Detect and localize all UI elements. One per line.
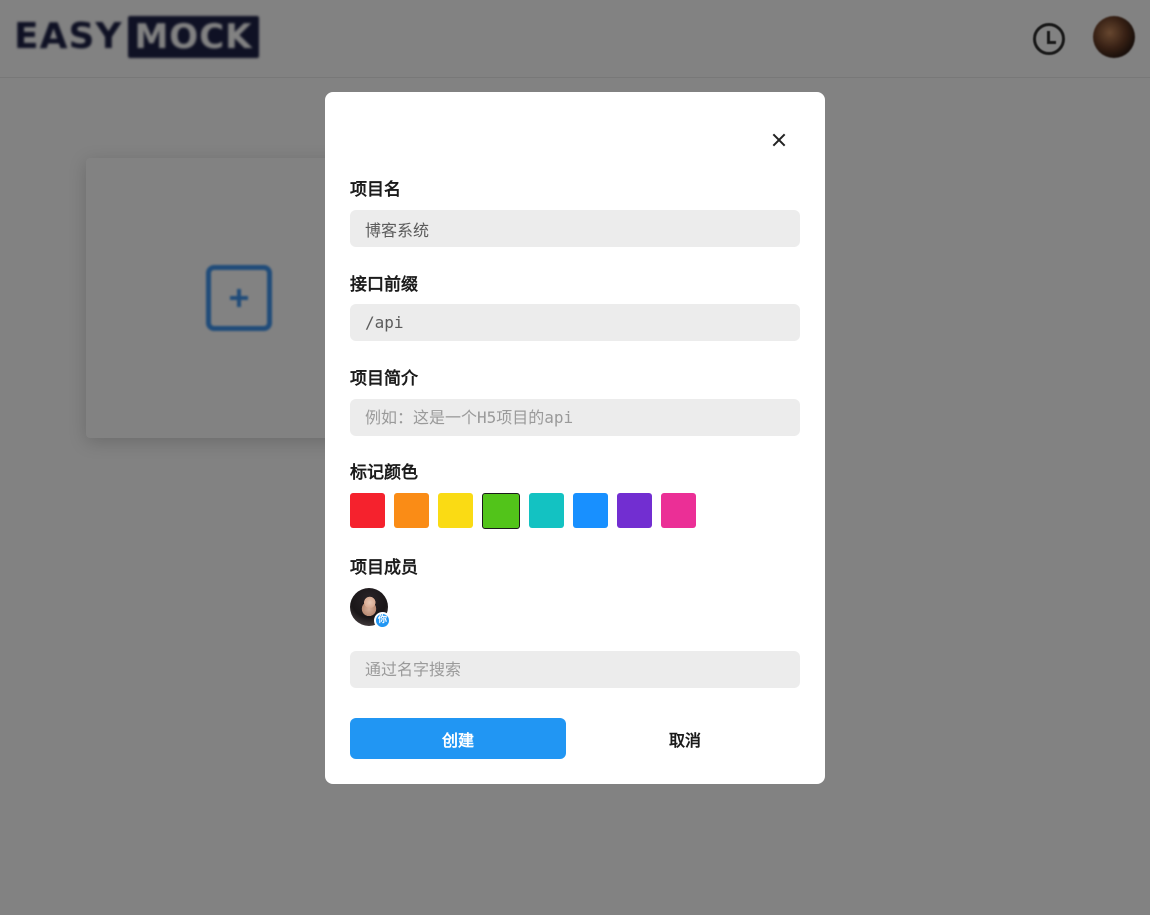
cancel-button[interactable]: 取消 [577, 718, 793, 759]
description-input[interactable] [350, 399, 800, 436]
project-name-input[interactable] [350, 210, 800, 247]
members-label: 项目成员 [350, 558, 418, 578]
color-swatch-7[interactable] [617, 493, 652, 528]
color-tag-label: 标记颜色 [350, 463, 418, 483]
color-swatch-group [350, 493, 696, 529]
member-search-input[interactable] [350, 651, 800, 688]
color-swatch-5[interactable] [529, 493, 564, 528]
color-swatch-8[interactable] [661, 493, 696, 528]
color-swatch-3[interactable] [438, 493, 473, 528]
self-badge: 你 [374, 612, 391, 629]
color-swatch-6[interactable] [573, 493, 608, 528]
member-avatar[interactable]: 你 [350, 588, 391, 629]
api-prefix-input[interactable] [350, 304, 800, 341]
color-swatch-1[interactable] [350, 493, 385, 528]
api-prefix-label: 接口前缀 [350, 275, 418, 295]
create-button[interactable]: 创建 [350, 718, 566, 759]
create-project-dialog: 项目名 接口前缀 项目简介 标记颜色 项目成员 你 创建 取消 [325, 92, 825, 784]
description-label: 项目简介 [350, 369, 418, 389]
color-swatch-4[interactable] [482, 493, 520, 529]
close-icon[interactable] [767, 128, 791, 152]
color-swatch-2[interactable] [394, 493, 429, 528]
project-name-label: 项目名 [350, 180, 401, 200]
